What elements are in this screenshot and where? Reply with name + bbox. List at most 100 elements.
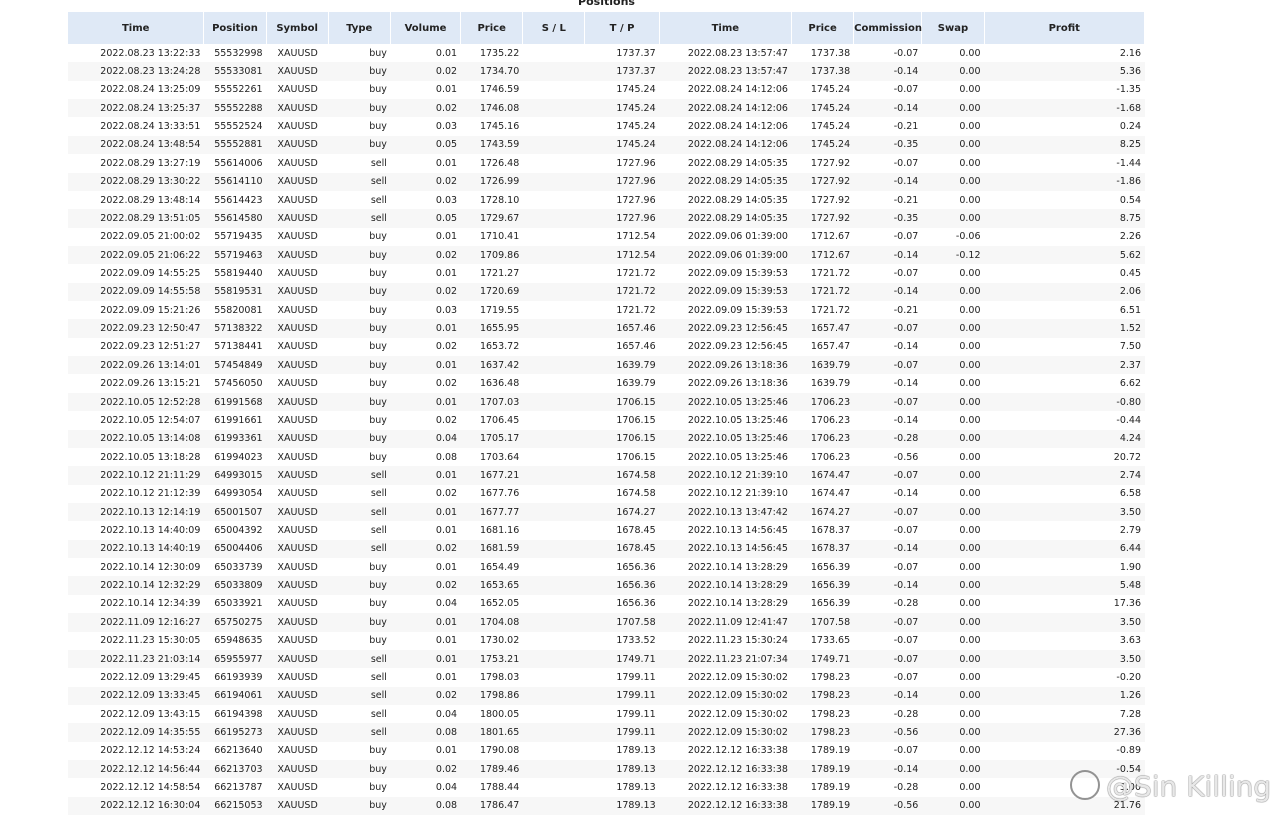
table-row[interactable]: 2022.10.13 12:14:19 65001507 XAUUSD sell 0.0…: [68, 502, 1145, 522]
cell-type: sell: [370, 671, 387, 683]
cell-type: buy: [328, 429, 391, 448]
cell-volume: 0.01: [390, 649, 462, 669]
table-row[interactable]: 2022.08.23 13:22:33 55532998 XAUUSD buy 0.01…: [68, 44, 1145, 62]
table-row[interactable]: 2022.08.29 13:30:22 55614110 XAUUSD sell 0.0…: [68, 172, 1145, 191]
cell-sl: [523, 742, 585, 760]
cell-position: 55820081: [214, 304, 263, 316]
column-header-tp[interactable]: T / P: [585, 12, 660, 44]
column-header-volume[interactable]: Volume: [390, 12, 462, 44]
table-row[interactable]: 2022.08.23 13:24:28 55533081 XAUUSD buy 0.02…: [68, 62, 1145, 81]
cell-tp: 1657.46: [585, 319, 660, 338]
table-row[interactable]: 2022.11.23 15:30:05 65948635 XAUUSD buy 0.01…: [68, 632, 1145, 650]
column-header-price-close[interactable]: Price: [791, 12, 855, 44]
table-row[interactable]: 2022.09.26 13:15:21 57456050 XAUUSD buy 0.02…: [68, 374, 1145, 392]
cell-time-close: 2022.12.12 16:33:38: [687, 782, 788, 794]
table-row[interactable]: 2022.09.09 14:55:58 55819531 XAUUSD buy 0.02…: [68, 282, 1145, 302]
table-row[interactable]: 2022.08.24 13:33:51 55552524 XAUUSD buy 0.03…: [68, 117, 1145, 135]
table-row[interactable]: 2022.10.14 12:34:39 65033921 XAUUSD buy 0.04…: [68, 595, 1145, 613]
table-row[interactable]: 2022.11.23 21:03:14 65955977 XAUUSD sell 0.0…: [68, 649, 1145, 669]
cell-tp: 1639.79: [585, 356, 660, 375]
cell-type: sell: [328, 209, 391, 228]
column-header-sl[interactable]: S / L: [523, 12, 586, 44]
table-row[interactable]: 2022.08.24 13:25:09 55552261 XAUUSD buy 0.01…: [68, 81, 1145, 99]
cell-tp: 1712.54: [585, 245, 660, 265]
table-row[interactable]: 2022.08.29 13:27:19 55614006 XAUUSD sell 0.0…: [68, 154, 1145, 172]
cell-tp: 1674.27: [585, 502, 660, 522]
cell-time-open: 2022.10.12 21:12:39: [100, 488, 201, 500]
table-row[interactable]: 2022.10.05 13:18:28 61994023 XAUUSD buy 0.08…: [68, 448, 1145, 466]
cell-type: sell: [370, 708, 387, 720]
table-row[interactable]: 2022.08.24 13:25:37 55552288 XAUUSD buy 0.02…: [68, 99, 1145, 118]
column-header-symbol[interactable]: Symbol: [266, 12, 329, 44]
cell-symbol: XAUUSD: [277, 157, 318, 169]
table-row[interactable]: 2022.12.09 13:43:15 66194398 XAUUSD sell 0.0…: [68, 705, 1145, 723]
cell-commission: -0.56: [854, 723, 923, 742]
cell-tp: 1789.13: [616, 782, 656, 794]
column-header-time-open[interactable]: Time: [68, 12, 205, 44]
table-row[interactable]: 2022.09.23 12:51:27 57138441 XAUUSD buy 0.02…: [68, 338, 1145, 356]
table-row[interactable]: 2022.09.05 21:06:22 55719463 XAUUSD buy 0.02…: [68, 245, 1145, 265]
table-row[interactable]: 2022.10.05 13:14:08 61993361 XAUUSD buy 0.04…: [68, 429, 1145, 448]
table-row[interactable]: 2022.10.13 14:40:19 65004406 XAUUSD sell 0.0…: [68, 539, 1145, 559]
cell-time-open: 2022.10.13 14:40:09: [100, 525, 201, 537]
cell-commission: -0.14: [854, 282, 923, 302]
cell-swap: 0.00: [922, 209, 985, 228]
cell-profit: 8.75: [984, 209, 1145, 228]
column-header-position[interactable]: Position: [204, 12, 267, 44]
table-row[interactable]: 2022.09.09 14:55:25 55819440 XAUUSD buy 0.01…: [68, 264, 1145, 282]
report-title: Positions: [578, 0, 635, 8]
cell-price-open: 1719.55: [479, 304, 520, 316]
table-row[interactable]: 2022.12.12 14:58:54 66213787 XAUUSD buy 0.04…: [68, 778, 1145, 796]
table-row[interactable]: 2022.09.26 13:14:01 57454849 XAUUSD buy 0.01…: [68, 356, 1145, 375]
table-row[interactable]: 2022.11.09 12:16:27 65750275 XAUUSD buy 0.01…: [68, 613, 1145, 632]
table-row[interactable]: 2022.12.09 13:33:45 66194061 XAUUSD sell 0.0…: [68, 686, 1145, 705]
cell-time-open: 2022.08.23 13:22:33: [100, 47, 201, 59]
table-row[interactable]: 2022.12.09 14:35:55 66195273 XAUUSD sell 0.0…: [68, 723, 1145, 742]
cell-time-close: 2022.10.05 13:25:46: [687, 451, 788, 463]
table-row[interactable]: 2022.08.24 13:48:54 55552881 XAUUSD buy 0.05…: [68, 135, 1145, 155]
cell-volume: 0.02: [435, 378, 458, 390]
cell-symbol: XAUUSD: [266, 356, 329, 375]
cell-time-open: 2022.11.23 21:03:14: [68, 649, 205, 669]
table-row[interactable]: 2022.10.14 12:32:29 65033809 XAUUSD buy 0.02…: [68, 576, 1145, 595]
table-row[interactable]: 2022.10.12 21:12:39 64993054 XAUUSD sell 0.0…: [68, 485, 1145, 503]
table-row[interactable]: 2022.10.05 12:54:07 61991661 XAUUSD buy 0.02…: [68, 411, 1145, 429]
cell-type: sell: [370, 525, 387, 537]
table-row[interactable]: 2022.10.13 14:40:09 65004392 XAUUSD sell 0.0…: [68, 521, 1145, 539]
cell-swap: 0.00: [959, 745, 981, 757]
table-row[interactable]: 2022.09.09 15:21:26 55820081 XAUUSD buy 0.03…: [68, 301, 1145, 319]
cell-position: 65004392: [214, 525, 263, 537]
table-row[interactable]: 2022.09.05 21:00:02 55719435 XAUUSD buy 0.01…: [68, 228, 1145, 246]
cell-price-close: 1737.38: [810, 47, 851, 59]
table-row[interactable]: 2022.12.12 14:56:44 66213703 XAUUSD buy 0.02…: [68, 760, 1145, 779]
column-header-swap[interactable]: Swap: [922, 12, 985, 44]
column-header-profit[interactable]: Profit: [984, 12, 1145, 44]
cell-profit: 1.52: [984, 319, 1145, 338]
table-row[interactable]: 2022.10.12 21:11:29 64993015 XAUUSD sell 0.0…: [68, 466, 1145, 485]
watermark-text: @Sin Killing: [1106, 770, 1272, 803]
table-row[interactable]: 2022.08.29 13:48:14 55614423 XAUUSD sell 0.0…: [68, 191, 1145, 209]
cell-tp: 1706.15: [585, 429, 660, 448]
column-header-price-open[interactable]: Price: [461, 12, 524, 44]
table-row[interactable]: 2022.12.09 13:29:45 66193939 XAUUSD sell 0.0…: [68, 668, 1145, 686]
cell-volume: 0.04: [435, 708, 458, 720]
table-row[interactable]: 2022.10.05 12:52:28 61991568 XAUUSD buy 0.01…: [68, 392, 1145, 412]
column-header-type[interactable]: Type: [328, 12, 391, 44]
table-row[interactable]: 2022.08.29 13:51:05 55614580 XAUUSD sell 0.0…: [68, 209, 1145, 228]
cell-symbol: XAUUSD: [266, 686, 329, 705]
cell-time-close: 2022.09.26 13:18:36: [659, 356, 792, 375]
column-header-commission[interactable]: Commission: [854, 12, 923, 44]
table-row[interactable]: 2022.10.14 12:30:09 65033739 XAUUSD buy 0.01…: [68, 558, 1145, 576]
cell-volume: 0.02: [390, 539, 462, 559]
cell-tp: 1674.58: [616, 488, 656, 500]
cell-symbol: XAUUSD: [277, 598, 318, 610]
cell-volume: 0.02: [435, 341, 458, 353]
cell-position: 64993015: [204, 466, 267, 485]
column-header-time-close[interactable]: Time: [659, 12, 792, 44]
table-row[interactable]: 2022.12.12 16:30:04 66215053 XAUUSD buy 0.08…: [68, 796, 1145, 816]
table-row[interactable]: 2022.12.12 14:53:24 66213640 XAUUSD buy 0.01…: [68, 742, 1145, 760]
cell-commission: -0.07: [893, 525, 919, 537]
table-row[interactable]: 2022.09.23 12:50:47 57138322 XAUUSD buy 0.01…: [68, 319, 1145, 338]
cell-profit: -1.44: [1116, 157, 1141, 169]
cell-time-open: 2022.10.14 12:32:29: [68, 576, 205, 595]
